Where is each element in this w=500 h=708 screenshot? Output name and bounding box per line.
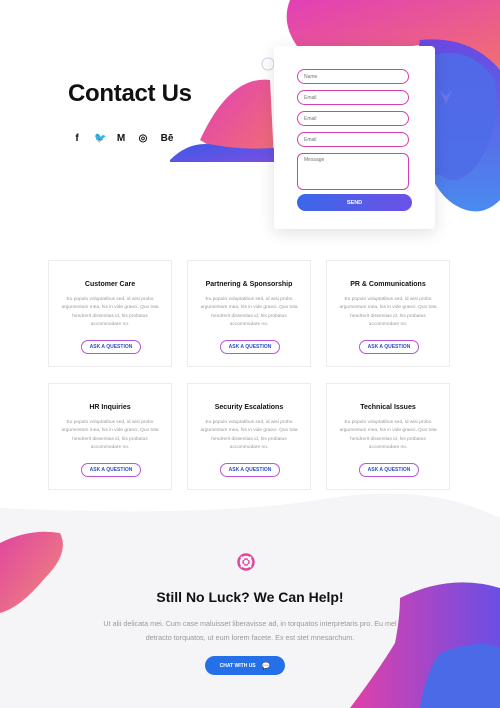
card-body: Eu populo voluptatibus sed, id wisi prob… (200, 297, 298, 328)
dribbble-icon[interactable]: ◎ (138, 133, 148, 144)
card-title: PR & Communications (350, 281, 426, 288)
ask-question-button[interactable]: ASK A QUESTION (81, 340, 141, 354)
card-hr: HR Inquiries Eu populo voluptatibus sed,… (48, 383, 172, 490)
social-links: f 🐦 M ◎ Bē (72, 133, 174, 144)
card-technical: Technical Issues Eu populo voluptatibus … (326, 383, 450, 490)
help-text-line-1: Ut alii delicata mei. Cum case maluisset… (103, 619, 397, 628)
chat-bubble-icon: 💬 (261, 662, 271, 670)
behance-icon[interactable]: Bē (160, 133, 174, 144)
card-body: Eu populo voluptatibus sed, id wisi prob… (61, 297, 159, 328)
card-title: Partnering & Sponsorship (205, 281, 293, 288)
email-field[interactable] (297, 90, 409, 105)
facebook-icon[interactable]: f (72, 133, 82, 144)
ask-question-button[interactable]: ASK A QUESTION (220, 463, 280, 477)
chat-with-us-button[interactable]: CHAT WITH US 💬 (205, 656, 285, 675)
card-body: Eu populo voluptatibus sed, id wisi prob… (339, 420, 437, 451)
ask-question-button[interactable]: ASK A QUESTION (359, 463, 419, 477)
card-customer-care: Customer Care Eu populo voluptatibus sed… (48, 260, 172, 367)
twitter-icon[interactable]: 🐦 (94, 133, 106, 144)
ask-question-button[interactable]: ASK A QUESTION (81, 463, 141, 477)
card-security: Security Escalations Eu populo voluptati… (187, 383, 311, 490)
card-body: Eu populo voluptatibus sed, id wisi prob… (339, 297, 437, 328)
card-title: Technical Issues (360, 404, 416, 411)
contact-form: SEND (274, 46, 435, 229)
ask-question-button[interactable]: ASK A QUESTION (220, 340, 280, 354)
card-title: HR Inquiries (89, 404, 131, 411)
card-pr: PR & Communications Eu populo voluptatib… (326, 260, 450, 367)
help-text-line-2: detracto torquatos, ut eum lorem facete.… (145, 633, 355, 642)
help-title: Still No Luck? We Can Help! (156, 589, 344, 605)
medium-icon[interactable]: M (116, 133, 126, 144)
chat-label: CHAT WITH US (219, 662, 256, 669)
card-partnering: Partnering & Sponsorship Eu populo volup… (187, 260, 311, 367)
ask-question-button[interactable]: ASK A QUESTION (359, 340, 419, 354)
email-field-3[interactable] (297, 132, 409, 147)
lifebuoy-icon (237, 553, 255, 571)
email-field-2[interactable] (297, 111, 409, 126)
page-title: Contact Us (68, 80, 192, 107)
card-body: Eu populo voluptatibus sed, id wisi prob… (200, 420, 298, 451)
name-field[interactable] (297, 69, 409, 84)
card-body: Eu populo voluptatibus sed, id wisi prob… (61, 420, 159, 451)
message-field[interactable] (297, 153, 409, 190)
card-title: Security Escalations (214, 404, 284, 411)
send-button[interactable]: SEND (297, 194, 412, 211)
card-title: Customer Care (84, 281, 136, 288)
